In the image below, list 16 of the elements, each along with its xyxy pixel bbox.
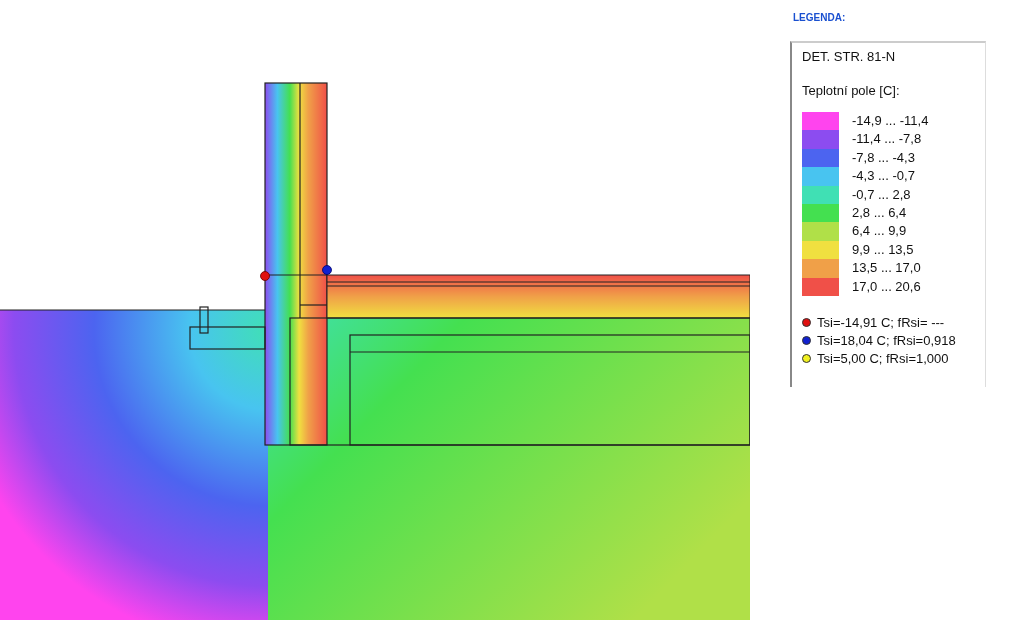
- legend-title: DET. STR. 81-N: [802, 49, 897, 64]
- band-label: 17,0 ... 20,6: [852, 277, 922, 296]
- band-label: -4,3 ... -0,7: [852, 167, 916, 186]
- point-label: Tsi=5,00 C; fRsi=1,000: [817, 351, 949, 367]
- band-label: 9,9 ... 13,5: [852, 240, 915, 259]
- point-label: Tsi=-14,91 C; fRsi= ---: [817, 315, 945, 331]
- legend-heading: LEGENDA:: [793, 12, 847, 23]
- band-label: -7,8 ... -4,3: [852, 148, 916, 167]
- band-label: -14,9 ... -11,4: [852, 112, 929, 130]
- band-label: -0,7 ... 2,8: [852, 185, 912, 204]
- band-label: -11,4 ... -7,8: [852, 130, 923, 149]
- point-label: Tsi=18,04 C; fRsi=0,918: [817, 333, 956, 349]
- band-label: 2,8 ... 6,4: [852, 203, 908, 222]
- scale-title: Teplotní pole [C]:: [802, 83, 901, 98]
- band-label: 6,4 ... 9,9: [852, 222, 908, 241]
- band-label: 13,5 ... 17,0: [852, 259, 922, 278]
